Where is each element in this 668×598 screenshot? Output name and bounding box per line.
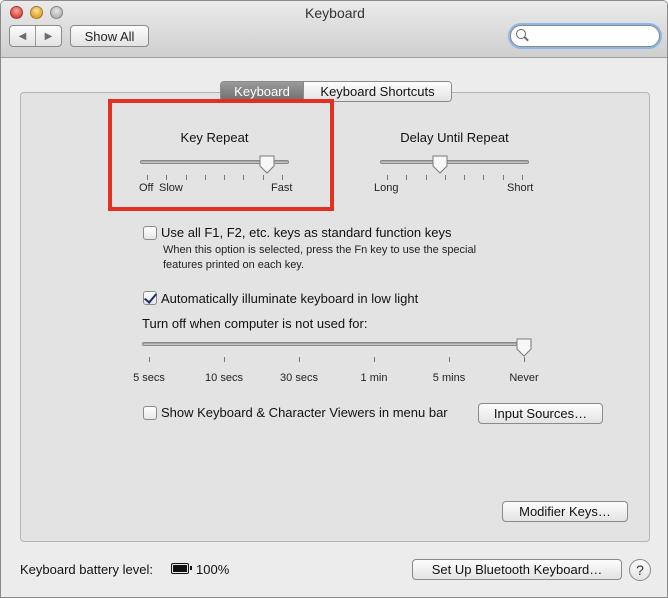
delay-until-repeat-tick [406,175,408,180]
turn-off-tick [224,357,225,362]
keyboard-preferences-window: Keyboard ◀ ▶ Show All Keyboard Keyboard … [0,0,668,598]
battery-percent: 100% [196,562,230,577]
turn-off-tick-label: 30 secs [280,372,318,384]
delay-until-repeat-slider-thumb[interactable] [432,155,448,174]
turn-off-tick [299,357,300,362]
search-input[interactable] [529,28,655,44]
battery-level-label: Keyboard battery level: [20,562,153,577]
show-all-button[interactable]: Show All [70,25,149,47]
battery-icon [171,563,192,574]
turn-off-tick [524,357,525,362]
function-keys-checkbox[interactable] [143,226,157,240]
title-bar: Keyboard ◀ ▶ Show All [1,1,667,58]
illuminate-label[interactable]: Automatically illuminate keyboard in low… [161,291,418,306]
bluetooth-setup-button[interactable]: Set Up Bluetooth Keyboard… [412,559,622,580]
delay-short-label: Short [507,182,534,194]
delay-until-repeat-slider-track[interactable] [380,160,529,164]
help-button[interactable]: ? [629,559,651,581]
turn-off-tick-label: 1 min [360,372,388,384]
search-field[interactable] [510,25,660,47]
delay-until-repeat-tick [425,175,427,180]
illuminate-checkbox[interactable] [143,291,157,305]
turn-off-tick-label: 5 mins [432,372,466,384]
turn-off-tick-label: Never [509,372,539,384]
turn-off-tick [449,357,450,362]
function-keys-description-2: features printed on each key. [163,259,305,271]
chevron-left-icon[interactable]: ◀ [10,26,35,46]
turn-off-tick-label: 5 secs [133,372,165,384]
chevron-right-icon[interactable]: ▶ [35,26,61,46]
back-forward-control: ◀ ▶ [9,25,62,47]
turn-off-label: Turn off when computer is not used for: [142,316,368,331]
function-keys-description-1: When this option is selected, press the … [163,244,477,256]
delay-long-label: Long [374,182,399,194]
window-title: Keyboard [305,5,365,21]
turn-off-slider-track[interactable] [142,342,528,346]
viewers-checkbox[interactable] [143,406,157,420]
delay-until-repeat-tick [522,175,523,180]
delay-until-repeat-tick [444,175,446,180]
function-keys-label[interactable]: Use all F1, F2, etc. keys as standard fu… [161,225,451,240]
delay-until-repeat-tick [502,175,504,180]
turn-off-tick [149,357,150,362]
modifier-keys-button[interactable]: Modifier Keys… [502,501,628,522]
delay-until-repeat-title: Delay Until Repeat [400,130,509,145]
delay-until-repeat-tick [387,175,388,180]
turn-off-tick-label: 10 secs [205,372,243,384]
turn-off-slider-thumb[interactable] [516,338,532,357]
turn-off-tick [374,357,375,362]
delay-until-repeat-tick [483,175,485,180]
input-sources-button[interactable]: Input Sources… [478,403,603,424]
viewers-label[interactable]: Show Keyboard & Character Viewers in men… [161,405,448,420]
search-icon [516,29,526,39]
highlight-box [108,99,334,211]
delay-until-repeat-tick [464,175,466,180]
